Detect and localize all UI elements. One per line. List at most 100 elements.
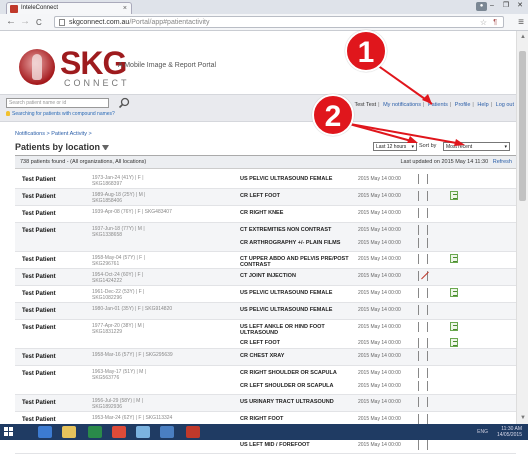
report-icon[interactable] [450,288,458,297]
patient-name[interactable]: Test Patient [22,371,56,377]
report-icon[interactable] [450,191,458,200]
exam-name[interactable]: CR ARTHROGRAPHY +/- PLAIN FILMS [240,240,350,246]
patient-search-input[interactable]: Search patient name or id [6,98,109,108]
image-viewer-icon[interactable] [418,414,428,424]
image-viewer-icon[interactable] [418,322,428,332]
exam-name[interactable]: CT JOINT INJECTION [240,273,350,279]
ie-taskbar-icon[interactable] [38,426,52,438]
period-select[interactable]: Last 12 hours ▾ [373,142,417,151]
exam-name[interactable]: US URINARY TRACT ULTRASOUND [240,399,350,405]
patient-row[interactable]: Test Patient 1956-Jul-29 (58Y) | M | SKG18… [15,395,516,412]
patient-name[interactable]: Test Patient [22,417,56,423]
patient-row[interactable]: Test Patient 1989-Aug-18 (25Y) | M | SKG18… [15,189,516,206]
exam-item[interactable]: CR LEFT FOOT 2015 May 14 00:00 [240,189,516,202]
exam-item[interactable]: US PELVIC ULTRASOUND FEMALE 2015 May 14 0… [240,286,516,299]
filter-dropdown-icon[interactable] [102,145,110,151]
search-hint-link[interactable]: Searching for patients with compound nam… [6,111,115,117]
exam-name[interactable]: CT EXTREMITIES NON CONTRAST [240,227,350,233]
patient-name[interactable]: Test Patient [22,177,56,183]
exam-item[interactable]: CT UPPER ABDO AND PELVIS PRE/POST CONTRA… [240,252,516,268]
exam-name[interactable]: CR RIGHT SHOULDER OR SCAPULA [240,370,350,376]
patient-name[interactable]: Test Patient [22,194,56,200]
exam-item[interactable]: CT EXTREMITIES NON CONTRAST 2015 May 14 0… [240,223,516,236]
report-icon[interactable] [450,254,458,263]
exam-item[interactable]: CT JOINT INJECTION 2015 May 14 00:00 [240,269,516,282]
exam-item[interactable]: CR CHEST XRAY 2015 May 14 00:00 [240,349,516,362]
image-viewer-icon[interactable] [418,225,428,235]
exam-name[interactable]: CR RIGHT KNEE [240,210,350,216]
image-viewer-icon[interactable] [418,368,428,378]
reload-icon[interactable]: C [36,18,42,28]
exam-item[interactable]: CR LEFT FOOT 2015 May 14 00:00 [240,336,516,349]
exam-item[interactable]: CR LEFT SHOULDER OR SCAPULA 2015 May 14 0… [240,379,516,392]
exam-name[interactable]: CR LEFT FOOT [240,193,350,199]
nav-help[interactable]: Help [477,102,488,108]
image-viewer-icon[interactable] [418,440,428,450]
exam-item[interactable]: US PELVIC ULTRASOUND FEMALE 2015 May 14 0… [240,303,516,316]
exam-item[interactable]: CR RIGHT SHOULDER OR SCAPULA 2015 May 14 … [240,366,516,379]
image-viewer-icon[interactable] [418,288,428,298]
app-taskbar-icon[interactable] [136,426,150,438]
image-viewer-icon[interactable] [418,351,428,361]
patient-name[interactable]: Test Patient [22,211,56,217]
exam-item[interactable]: CR RIGHT KNEE 2015 May 14 00:00 [240,206,516,219]
patient-name[interactable]: Test Patient [22,228,56,234]
exam-name[interactable]: US PELVIC ULTRASOUND FEMALE [240,176,350,182]
scroll-up-icon[interactable]: ▲ [520,34,526,40]
browser-tab[interactable]: InteleConnect × [6,2,132,14]
sort-select[interactable]: Most recent ▾ [443,142,510,151]
forward-icon[interactable]: → [20,17,30,27]
windows-start-icon[interactable] [4,427,14,437]
image-viewer-icon[interactable] [418,208,428,218]
back-icon[interactable]: ← [6,17,16,27]
exam-name[interactable]: US LEFT MID / FOREFOOT [240,442,350,448]
image-unavailable-icon[interactable] [418,271,428,281]
report-icon[interactable] [450,338,458,347]
patient-row[interactable]: Test Patient 1973-Jan-24 (41Y) | F | SKG18… [15,172,516,189]
app2-taskbar-icon[interactable] [160,426,174,438]
patient-name[interactable]: Test Patient [22,308,56,314]
exam-name[interactable]: US LEFT ANKLE OR HIND FOOT ULTRASOUND [240,324,350,336]
minimize-icon[interactable]: – [486,1,498,11]
patient-row[interactable]: Test Patient 1939-Apr-08 (76Y) | F | SKG4… [15,206,516,223]
report-icon[interactable] [450,322,458,331]
exam-name[interactable]: CR LEFT SHOULDER OR SCAPULA [240,383,350,389]
exam-name[interactable]: US PELVIC ULTRASOUND FEMALE [240,290,350,296]
nav-notifications[interactable]: My notifications [383,102,421,108]
nav-logout[interactable]: Log out [496,102,514,108]
patient-name[interactable]: Test Patient [22,354,56,360]
refresh-link[interactable]: Refresh [493,159,512,165]
bookmark-star-icon[interactable]: ☆ [480,17,487,28]
exam-item[interactable]: US LEFT ANKLE OR HIND FOOT ULTRASOUND 201… [240,320,516,336]
image-viewer-icon[interactable] [418,381,428,391]
exam-item[interactable]: US PELVIC ULTRASOUND FEMALE 2015 May 14 0… [240,172,516,185]
nav-profile[interactable]: Profile [455,102,471,108]
exam-name[interactable]: CR RIGHT FOOT [240,416,350,422]
breadcrumb[interactable]: Notifications > Patient Activity > [15,131,92,137]
system-tray-lang[interactable]: ENG [477,429,488,435]
image-viewer-icon[interactable] [418,238,428,248]
exam-item[interactable]: CR ARTHROGRAPHY +/- PLAIN FILMS 2015 May … [240,236,516,252]
patient-row[interactable]: Test Patient 1980-Jan-01 (35Y) | F | SKG9… [15,303,516,320]
exam-item[interactable]: US URINARY TRACT ULTRASOUND 2015 May 14 0… [240,395,516,408]
exam-name[interactable]: CR LEFT FOOT [240,340,350,346]
browser-menu-icon[interactable]: ≡ [518,17,524,28]
patient-name[interactable]: Test Patient [22,325,56,331]
nav-patients[interactable]: Patients [428,102,448,108]
scroll-thumb[interactable] [519,51,526,201]
clock[interactable]: 11:30 AM 14/05/2015 [497,426,522,438]
patient-row[interactable]: Test Patient 1937-Jun-18 (77Y) | M | SKG13… [15,223,516,252]
extension-icon[interactable]: ¶ [493,17,497,28]
patient-row[interactable]: Test Patient 1954-Oct-24 (60Y) | F | SKG14… [15,269,516,286]
page-scrollbar[interactable]: ▲ ▼ [516,31,528,424]
search-icon[interactable] [118,97,130,109]
address-bar[interactable]: skgconnect.com.au/Portal/app#patientacti… [54,16,504,28]
image-viewer-icon[interactable] [418,174,428,184]
patient-name[interactable]: Test Patient [22,274,56,280]
exam-name[interactable]: US PELVIC ULTRASOUND FEMALE [240,307,350,313]
tab-close-icon[interactable]: × [123,3,127,14]
chrome-taskbar-icon[interactable] [112,426,126,438]
close-window-icon[interactable]: ✕ [514,1,526,11]
app3-taskbar-icon[interactable] [186,426,200,438]
patient-row[interactable]: Test Patient 1958-Mar-16 (57Y) | F | SKG2… [15,349,516,366]
